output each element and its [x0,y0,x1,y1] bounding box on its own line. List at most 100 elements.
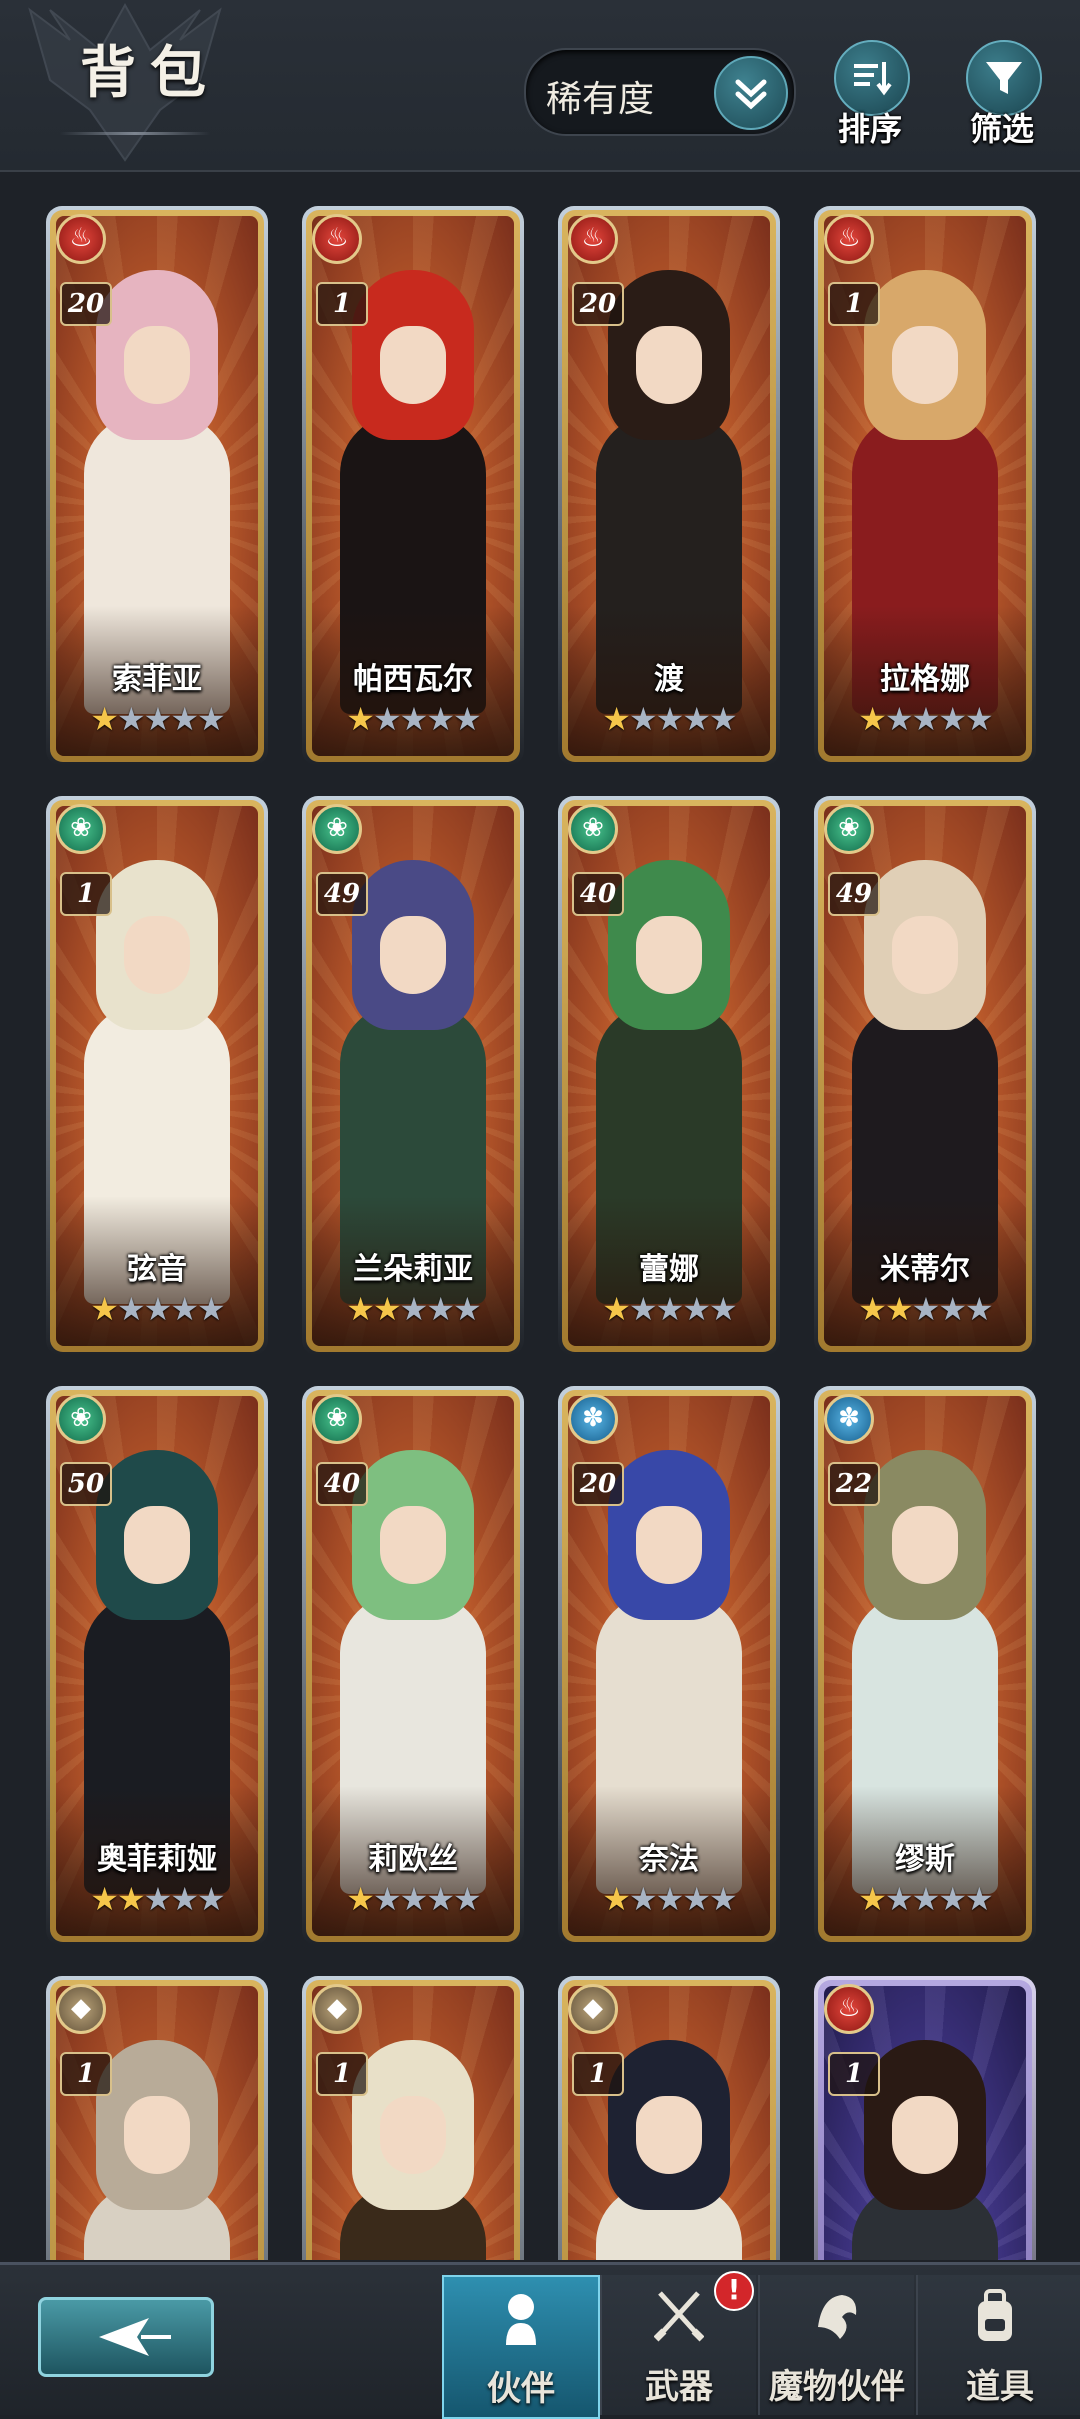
tab-partners[interactable]: 伙伴 [442,2275,600,2419]
partner-card[interactable]: ◆ 1 [302,1976,524,2260]
star-empty-icon: ★ [965,700,994,738]
star-empty-icon: ★ [628,1290,658,1328]
star-empty-icon: ★ [709,700,738,738]
star-empty-icon: ★ [682,700,711,738]
character-name: 渡 [654,662,684,697]
star-empty-icon: ★ [655,1880,685,1918]
character-name: 帕西瓦尔 [353,662,473,697]
star-filled-icon: ★ [346,1290,375,1328]
star-empty-icon: ★ [682,1880,711,1918]
level-badge: 20 [572,282,624,326]
partner-card[interactable]: ♨ 1 [814,1976,1036,2260]
character-name: 米蒂尔 [880,1252,970,1287]
notification-badge: ! [714,2271,754,2311]
partner-card[interactable]: ♨ 20 渡 ★★★★★ [558,206,780,766]
star-filled-icon: ★ [884,1290,914,1328]
star-rating: ★★★★★ [302,1880,524,1918]
star-empty-icon: ★ [709,1290,738,1328]
star-empty-icon: ★ [884,700,914,738]
star-filled-icon: ★ [90,1880,119,1918]
element-wind-icon: ❀ [56,804,106,854]
star-empty-icon: ★ [884,1880,914,1918]
star-empty-icon: ★ [399,1290,429,1328]
star-rating: ★★★★★ [814,1880,1036,1918]
character-face [124,916,190,994]
tab-items[interactable]: 道具 [916,2275,1080,2415]
tab-weapons[interactable]: ! 武器 [600,2271,756,2415]
star-empty-icon: ★ [170,700,199,738]
star-empty-icon: ★ [709,1880,738,1918]
partner-card[interactable]: ♨ 20 索菲亚 ★★★★★ [46,206,268,766]
monster-icon [818,2295,857,2339]
star-empty-icon: ★ [911,700,941,738]
character-name: 奥菲莉娅 [97,1842,217,1877]
sort-dropdown[interactable]: 稀有度 [524,48,796,136]
level-badge: 1 [316,282,368,326]
star-empty-icon: ★ [938,700,967,738]
page-title: 背包 [80,40,220,106]
star-rating: ★★★★★ [46,700,268,738]
character-name: 兰朵莉亚 [353,1252,473,1287]
title-divider [60,132,210,135]
partner-card[interactable]: ◆ 1 [46,1976,268,2260]
star-filled-icon: ★ [90,1290,119,1328]
element-fire-icon: ♨ [824,1984,874,2034]
character-face [892,2096,958,2174]
partner-card[interactable]: ✽ 22 缪斯 ★★★★★ [814,1386,1036,1946]
partner-card[interactable]: ♨ 1 帕西瓦尔 ★★★★★ [302,206,524,766]
element-earth-icon: ◆ [568,1984,618,2034]
partner-card[interactable]: ❀ 50 奥菲莉娅 ★★★★★ [46,1386,268,1946]
star-filled-icon: ★ [90,700,119,738]
partner-icon [506,2294,536,2345]
partner-card[interactable]: ❀ 1 弦音 ★★★★★ [46,796,268,1356]
star-empty-icon: ★ [628,1880,658,1918]
partner-card[interactable]: ❀ 40 莉欧丝 ★★★★★ [302,1386,524,1946]
element-wind-icon: ❀ [568,804,618,854]
element-fire-icon: ♨ [824,214,874,264]
partner-card[interactable]: ◆ 1 [558,1976,780,2260]
character-name: 奈法 [639,1842,699,1877]
partner-card[interactable]: ❀ 49 兰朵莉亚 ★★★★★ [302,796,524,1356]
star-empty-icon: ★ [399,1880,429,1918]
partner-card[interactable]: ✽ 20 奈法 ★★★★★ [558,1386,780,1946]
character-face [892,1506,958,1584]
back-arrow-icon [99,2318,171,2356]
element-water-icon: ✽ [824,1394,874,1444]
star-empty-icon: ★ [453,1290,482,1328]
star-empty-icon: ★ [143,700,173,738]
star-empty-icon: ★ [426,1290,455,1328]
star-empty-icon: ★ [911,1290,941,1328]
level-badge: 1 [572,2052,624,2096]
element-fire-icon: ♨ [568,214,618,264]
tab-monster-partners[interactable]: 魔物伙伴 [758,2275,914,2415]
top-header: 背包 稀有度 排序 筛选 [0,0,1080,172]
star-rating: ★★★★★ [558,1880,780,1918]
partner-card[interactable]: ❀ 40 蕾娜 ★★★★★ [558,796,780,1356]
star-rating: ★★★★★ [46,1880,268,1918]
level-badge: 49 [828,872,880,916]
sort-button[interactable]: 排序 [820,40,920,150]
partner-card[interactable]: ♨ 1 拉格娜 ★★★★★ [814,206,1036,766]
element-wind-icon: ❀ [56,1394,106,1444]
star-filled-icon: ★ [602,1880,631,1918]
star-empty-icon: ★ [453,1880,482,1918]
star-empty-icon: ★ [170,1290,199,1328]
partner-card[interactable]: ❀ 49 米蒂尔 ★★★★★ [814,796,1036,1356]
element-fire-icon: ♨ [312,214,362,264]
level-badge: 49 [316,872,368,916]
level-badge: 22 [828,1462,880,1506]
star-empty-icon: ★ [655,700,685,738]
element-earth-icon: ◆ [56,1984,106,2034]
filter-button[interactable]: 筛选 [952,40,1052,150]
chevron-down-icon[interactable] [714,56,788,130]
character-face [124,326,190,404]
element-wind-icon: ❀ [312,1394,362,1444]
bottom-nav-bar: 伙伴 ! 武器 魔物伙伴 道具 [0,2262,1080,2419]
star-empty-icon: ★ [426,1880,455,1918]
star-empty-icon: ★ [116,1290,146,1328]
tab-label: 魔物伙伴 [769,2367,905,2407]
sort-button-label: 排序 [837,110,902,148]
partner-card-grid: ♨ 20 索菲亚 ★★★★★ ♨ 1 帕西瓦尔 ★★★★★ ♨ 20 渡 ★★★★★ ♨ 1 拉格娜 ★★★★… [0,172,1080,2260]
back-button[interactable] [38,2297,214,2377]
tab-label: 伙伴 [487,2369,555,2409]
